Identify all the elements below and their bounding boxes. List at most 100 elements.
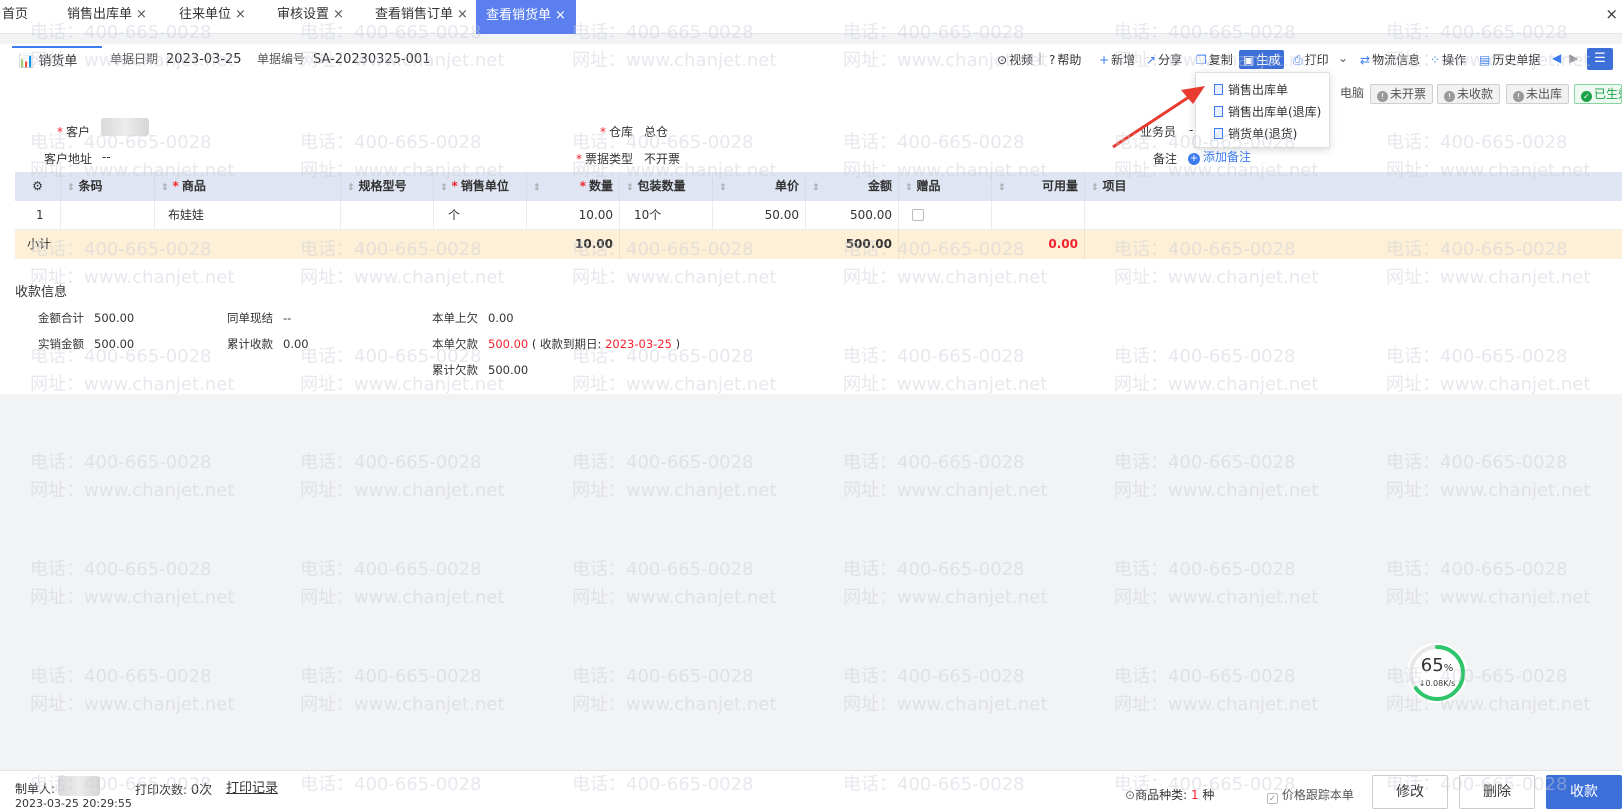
generate-icon: ▣ <box>1243 53 1255 67</box>
watermark-site: 网址：www.chanjet.net <box>572 694 777 715</box>
invoice-type-value[interactable]: 不开票 <box>644 150 680 167</box>
col-qty[interactable]: ⇕ * 数量 <box>527 172 620 201</box>
payment-owe: 本单欠款 500.00 ( 收款到期日: 2023-03-25 ) <box>432 337 681 351</box>
cell-unit[interactable]: 个 <box>434 201 527 230</box>
add-note-link[interactable]: + 添加备注 <box>1188 148 1251 165</box>
col-barcode[interactable]: ⇕ 条码 <box>61 172 155 201</box>
payment-cash: 同单现结 -- <box>227 311 292 325</box>
generate-button[interactable]: ▣ 生成 <box>1239 50 1285 69</box>
cell-price[interactable]: 50.00 <box>713 201 806 230</box>
tab-home[interactable]: 首页 <box>2 0 28 30</box>
new-button[interactable]: + 新增 <box>1099 51 1135 68</box>
doc-tab-sales-invoice[interactable]: 📊 销货单 <box>12 46 102 77</box>
tab-view-sales-order[interactable]: 查看销售订单 × <box>375 0 468 30</box>
col-price[interactable]: ⇕ 单价 <box>713 172 806 201</box>
column-settings-icon[interactable]: ⚙ <box>15 172 61 201</box>
menu-item-sales-outbound[interactable]: 销售出库单 <box>1214 81 1288 98</box>
video-button[interactable]: ⊙ 视频 <box>997 51 1033 68</box>
watermark-site: 网址：www.chanjet.net <box>1114 587 1319 608</box>
badge-not-outbound: ! 未出库 <box>1506 84 1570 104</box>
payment-actual: 实销金额 500.00 <box>38 337 135 351</box>
customer-value-redacted[interactable] <box>101 118 149 136</box>
col-pack-qty[interactable]: ⇕ 包装数量 <box>620 172 713 201</box>
warehouse-value[interactable]: 总仓 <box>644 123 668 140</box>
col-spec[interactable]: ⇕ 规格型号 <box>341 172 434 201</box>
close-icon[interactable]: × <box>235 7 246 22</box>
menu-item-sales-outbound-return[interactable]: 销售出库单(退库) <box>1214 103 1321 120</box>
logistics-button[interactable]: ⇄ 物流信息 <box>1360 51 1420 68</box>
tab-partners[interactable]: 往来单位 × <box>179 0 246 30</box>
watermark-site: 网址：www.chanjet.net <box>300 480 505 501</box>
watermark-phone: 电话：400-665-0028 <box>1114 559 1296 580</box>
history-icon: ▤ <box>1479 53 1491 67</box>
receive-button[interactable]: 收款 <box>1546 775 1622 809</box>
cell-spec[interactable] <box>341 201 434 230</box>
watermark-phone: 电话：400-665-0028 <box>1114 666 1296 687</box>
menu-item-sales-invoice-return[interactable]: 销货单(退货) <box>1214 125 1297 142</box>
badge-not-received: ! 未收款 <box>1437 84 1501 104</box>
gift-checkbox[interactable] <box>912 209 924 221</box>
cell-product[interactable]: 布娃娃 <box>155 201 341 230</box>
watermark-phone: 电话：400-665-0028 <box>1386 452 1568 473</box>
plus-icon: + <box>1099 53 1110 67</box>
col-project[interactable]: ⇕ 项目 <box>1085 172 1622 201</box>
copy-icon: ❐ <box>1196 53 1207 67</box>
price-track-checkbox[interactable]: ✓ 价格跟踪本单 <box>1267 786 1354 804</box>
salesman-value[interactable]: - <box>1189 123 1193 137</box>
info-icon: ! <box>1377 91 1388 102</box>
print-dropdown-chevron-icon[interactable]: ⌄ <box>1338 51 1348 65</box>
col-available[interactable]: ⇕ 可用量 <box>992 172 1085 201</box>
next-doc-icon[interactable]: ▶ <box>1569 51 1578 65</box>
share-button[interactable]: ↗ 分享 <box>1146 51 1182 68</box>
col-gift[interactable]: ⇕ 赠品 <box>899 172 992 201</box>
cell-qty[interactable]: 10.00 <box>527 201 620 230</box>
close-icon[interactable]: × <box>555 8 566 23</box>
watermark-phone: 电话：400-665-0028 <box>300 666 482 687</box>
copy-button[interactable]: ❐ 复制 <box>1196 51 1233 68</box>
col-product[interactable]: ⇕ * 商品 <box>155 172 341 201</box>
help-button[interactable]: ? 帮助 <box>1049 51 1081 68</box>
chart-doc-icon: 📊 <box>18 54 35 69</box>
progress-speed: ↓0.08K/s <box>1418 679 1456 688</box>
tab-audit-settings[interactable]: 审核设置 × <box>277 0 344 30</box>
share-icon: ↗ <box>1146 53 1157 67</box>
tab-view-sales-invoice[interactable]: 查看销货单 × <box>476 0 576 34</box>
close-icon[interactable]: × <box>333 7 344 22</box>
toolbar-separator: | <box>1038 51 1043 65</box>
cell-barcode[interactable] <box>61 201 155 230</box>
col-amount[interactable]: ⇕ 金额 <box>806 172 899 201</box>
history-button[interactable]: ▤ 历史单据 <box>1479 51 1540 68</box>
prev-doc-icon[interactable]: ◀ <box>1552 51 1561 65</box>
cell-amount[interactable]: 500.00 <box>806 201 899 230</box>
plus-circle-icon: + <box>1188 153 1200 165</box>
watermark-phone: 电话：400-665-0028 <box>30 666 212 687</box>
close-all-icon[interactable]: × <box>1605 5 1618 23</box>
print-record-link[interactable]: 打印记录 <box>226 777 278 796</box>
payment-total-owe: 累计欠款 500.00 <box>432 363 529 377</box>
menu-icon[interactable]: ☰ <box>1587 48 1613 70</box>
cell-pack-qty[interactable]: 10个 <box>620 201 713 230</box>
close-icon[interactable]: × <box>457 7 468 22</box>
watermark-site: 网址：www.chanjet.net <box>300 694 505 715</box>
table-header: ⚙ ⇕ 条码 ⇕ * 商品 ⇕ 规格型号 ⇕ * 销售单位 ⇕ * 数量 ⇕ 包装数量 ⇕ 单价 ⇕… <box>15 172 1622 201</box>
cell-available <box>992 201 1085 230</box>
warehouse-label: * 仓库 <box>600 125 634 139</box>
print-button[interactable]: ⎙ 打印 <box>1293 51 1329 68</box>
info-icon: ! <box>1513 91 1524 102</box>
customer-label: * 客户 <box>57 125 91 139</box>
tab-sales-outbound[interactable]: 销售出库单 × <box>67 0 147 30</box>
address-label: 客户地址 <box>44 152 93 166</box>
table-row[interactable]: 1 布娃娃 个 10.00 10个 50.00 500.00 <box>15 201 1622 230</box>
help-icon: ? <box>1049 53 1056 67</box>
cell-project[interactable] <box>1085 201 1622 230</box>
badge-effective: ✓已生效 <box>1574 84 1622 104</box>
modify-button[interactable]: 修改 <box>1372 775 1448 809</box>
generate-dropdown-menu: 销售出库单 销售出库单(退库) 销货单(退货) <box>1195 72 1330 148</box>
col-sales-unit[interactable]: ⇕ * 销售单位 <box>434 172 527 201</box>
cell-gift[interactable] <box>899 201 992 230</box>
checkbox-icon: ✓ <box>1267 793 1278 804</box>
check-icon: ✓ <box>1581 91 1592 102</box>
delete-button[interactable]: 删除 <box>1459 775 1535 809</box>
operate-button[interactable]: ⁘ 操作 <box>1430 51 1466 68</box>
close-icon[interactable]: × <box>136 7 147 22</box>
